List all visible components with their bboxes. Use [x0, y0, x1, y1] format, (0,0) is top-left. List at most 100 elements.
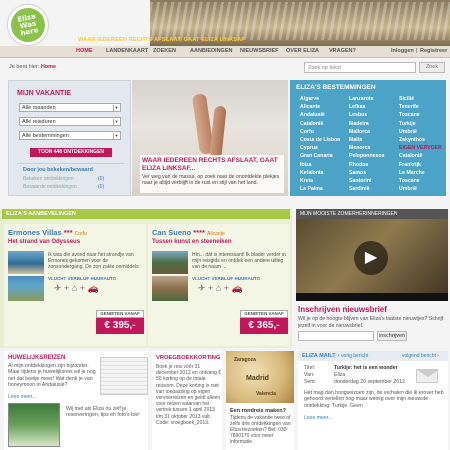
destination-link[interactable]: Gran Canaria: [300, 153, 340, 161]
destination-link[interactable]: Umbrië: [399, 129, 442, 137]
mail-read-more[interactable]: Lees meer...: [304, 415, 333, 421]
honeymoon-image[interactable]: [100, 357, 148, 395]
destination-link[interactable]: Frankrijk: [399, 162, 442, 170]
destination-link[interactable]: Malta: [349, 137, 384, 145]
destination-select[interactable]: Alle bestemmingen ▼: [19, 131, 121, 140]
destination-link[interactable]: Le Marche: [399, 170, 442, 178]
card-includes: VLUCHT VERBLIJF HUURAUTO: [48, 276, 117, 281]
honeymoon-read-more[interactable]: Lees meer...: [8, 394, 37, 400]
destination-link[interactable]: Mallorca: [349, 129, 384, 137]
saved-count: (0): [98, 184, 105, 190]
card-photo[interactable]: [152, 251, 188, 274]
destination-link[interactable]: Lefkas: [349, 104, 384, 112]
destination-link[interactable]: Lanzarote: [349, 96, 384, 104]
destination-link[interactable]: Algarve: [300, 96, 340, 104]
destination-link[interactable]: Turkije: [399, 121, 442, 129]
plane-icon: ✈: [198, 283, 206, 293]
hero-caption: WAAR IEDEREEN RECHTS AFSLAAT, GAAT ELIZA…: [140, 155, 284, 193]
destination-link[interactable]: Corfu: [300, 129, 340, 137]
newsletter-email-input[interactable]: [298, 331, 374, 341]
star-rating: ****: [193, 228, 205, 237]
mail-field-label: Van:: [304, 372, 315, 378]
destination-link[interactable]: Ibiza: [300, 162, 340, 170]
plane-icon: ✈: [54, 283, 62, 293]
month-select-value: Alle maanden: [22, 105, 56, 111]
price-button[interactable]: € 395,-: [96, 318, 144, 334]
hero-banner[interactable]: WAAR IEDEREEN RECHTS AFSLAAT, GAAT ELIZA…: [132, 80, 288, 196]
nav-over-eliza[interactable]: OVER ELIZA: [286, 48, 319, 54]
destination-link[interactable]: Santorini: [349, 178, 384, 186]
card-photo[interactable]: [8, 276, 44, 301]
next-message-link[interactable]: volgend bericht ›: [402, 353, 439, 359]
price-label: GENIETEN VANAF: [240, 310, 288, 318]
viewed-saved-title: Door jou bekeken/bewaard: [23, 167, 93, 173]
card-includes-icons: ✈ + ⌂ + 🚗: [54, 283, 99, 293]
roundtrip-title: Een rondreis maken?: [230, 408, 286, 414]
duration-select[interactable]: Alle reisduren ▼: [19, 117, 121, 126]
show-discoveries-button[interactable]: TOON 448 ONTDEKKINGEN: [30, 148, 112, 157]
destination-link[interactable]: Catalonië: [300, 121, 340, 129]
video-controls[interactable]: [296, 293, 448, 301]
nav-home[interactable]: HOME: [76, 48, 93, 54]
viewed-count: (0): [98, 176, 105, 182]
card-photo[interactable]: [152, 276, 188, 301]
nav-landenkaart[interactable]: LANDENKAART: [106, 48, 148, 54]
destination-link[interactable]: Kreta: [300, 178, 340, 186]
card-location: Corfu: [74, 231, 87, 237]
destination-link[interactable]: Toscane: [399, 112, 442, 120]
early-booking-block: VROEGBOEKKORTING Boek je reis vóór 31 de…: [152, 351, 222, 450]
destinations-col-2: Lanzarote Lefkas Lesbos Madeira Mallorca…: [349, 96, 384, 194]
price-button[interactable]: € 365,-: [240, 318, 288, 334]
honeymoon-title: HUWELIJKSREIZEN: [8, 355, 66, 361]
card-name[interactable]: Can Sueno **** Alicante: [152, 228, 225, 237]
saved-discoveries-link[interactable]: Bewaarde ontdekkingen: [23, 184, 77, 190]
mail-header: ELIZA MAILT ‹ vorig bericht volgend beri…: [298, 351, 448, 361]
destination-link[interactable]: Toscane: [399, 178, 442, 186]
play-icon[interactable]: ▶: [354, 241, 388, 275]
price-label: GENIETEN VANAF: [96, 310, 144, 318]
website-thumbnail[interactable]: [8, 403, 60, 447]
destination-link[interactable]: Sicilië: [399, 96, 442, 104]
chevron-down-icon: ▼: [113, 133, 119, 139]
destination-link[interactable]: La Palma: [300, 186, 340, 194]
month-select[interactable]: Alle maanden ▼: [19, 103, 121, 112]
recommendation-card[interactable]: Can Sueno **** Alicante Tussen kunst en …: [148, 224, 290, 346]
header-hammock-image: [150, 2, 450, 40]
search-input[interactable]: Zoek op tekst: [304, 62, 416, 73]
spain-map-image[interactable]: Zaragoza Madrid Valencia: [226, 351, 294, 403]
destination-link[interactable]: Lesbos: [349, 112, 384, 120]
destination-link[interactable]: Tenerife: [399, 104, 442, 112]
newsletter-subscribe-button[interactable]: inschrijven: [377, 331, 407, 341]
destination-link[interactable]: Umbrië: [399, 186, 442, 194]
viewed-discoveries-link[interactable]: Bekeken ontdekkingen: [23, 176, 74, 182]
prev-message-link[interactable]: ‹ vorig bericht: [338, 353, 368, 359]
destination-link[interactable]: Costa de Lisboa: [300, 137, 340, 145]
destination-link[interactable]: Sardinië: [349, 186, 384, 194]
card-name[interactable]: Ermones Villas *** Corfu: [8, 228, 87, 237]
destination-link[interactable]: Kefalonia: [300, 170, 340, 178]
destination-link[interactable]: Catalonië: [399, 153, 442, 161]
nav-zoeken[interactable]: ZOEKEN: [153, 48, 176, 54]
search-button[interactable]: Zoek: [419, 62, 445, 73]
video-player[interactable]: ▶: [296, 219, 448, 301]
destination-link[interactable]: Rhodos: [349, 162, 384, 170]
nav-aanbiedingen[interactable]: AANBIEDINGEN: [190, 48, 232, 54]
mail-title: ELIZA MAILT: [302, 353, 336, 359]
destination-link[interactable]: Madeira: [349, 121, 384, 129]
nav-nieuwsbrief[interactable]: NIEUWSBRIEF: [240, 48, 279, 54]
destination-link[interactable]: Zakynthos: [399, 137, 442, 145]
hero-text: Ver weg van de massa, op zoek naar de on…: [142, 174, 280, 187]
breadcrumb-current[interactable]: Home: [41, 64, 56, 70]
destination-link[interactable]: Menorca: [349, 145, 384, 153]
destination-link[interactable]: Cyprus: [300, 145, 340, 153]
car-icon: 🚗: [231, 283, 243, 293]
destination-link[interactable]: Peloponnesos: [349, 153, 384, 161]
nav-register[interactable]: Registreer: [420, 48, 447, 54]
destination-link[interactable]: Alicante: [300, 104, 340, 112]
recommendation-card[interactable]: Ermones Villas *** Corfu Het strand van …: [4, 224, 146, 346]
nav-login[interactable]: Inloggen: [391, 48, 414, 54]
nav-vragen[interactable]: VRAGEN?: [329, 48, 356, 54]
card-photo[interactable]: [8, 251, 44, 274]
destination-link[interactable]: Samos: [349, 170, 384, 178]
destination-link[interactable]: Andalusië: [300, 112, 340, 120]
